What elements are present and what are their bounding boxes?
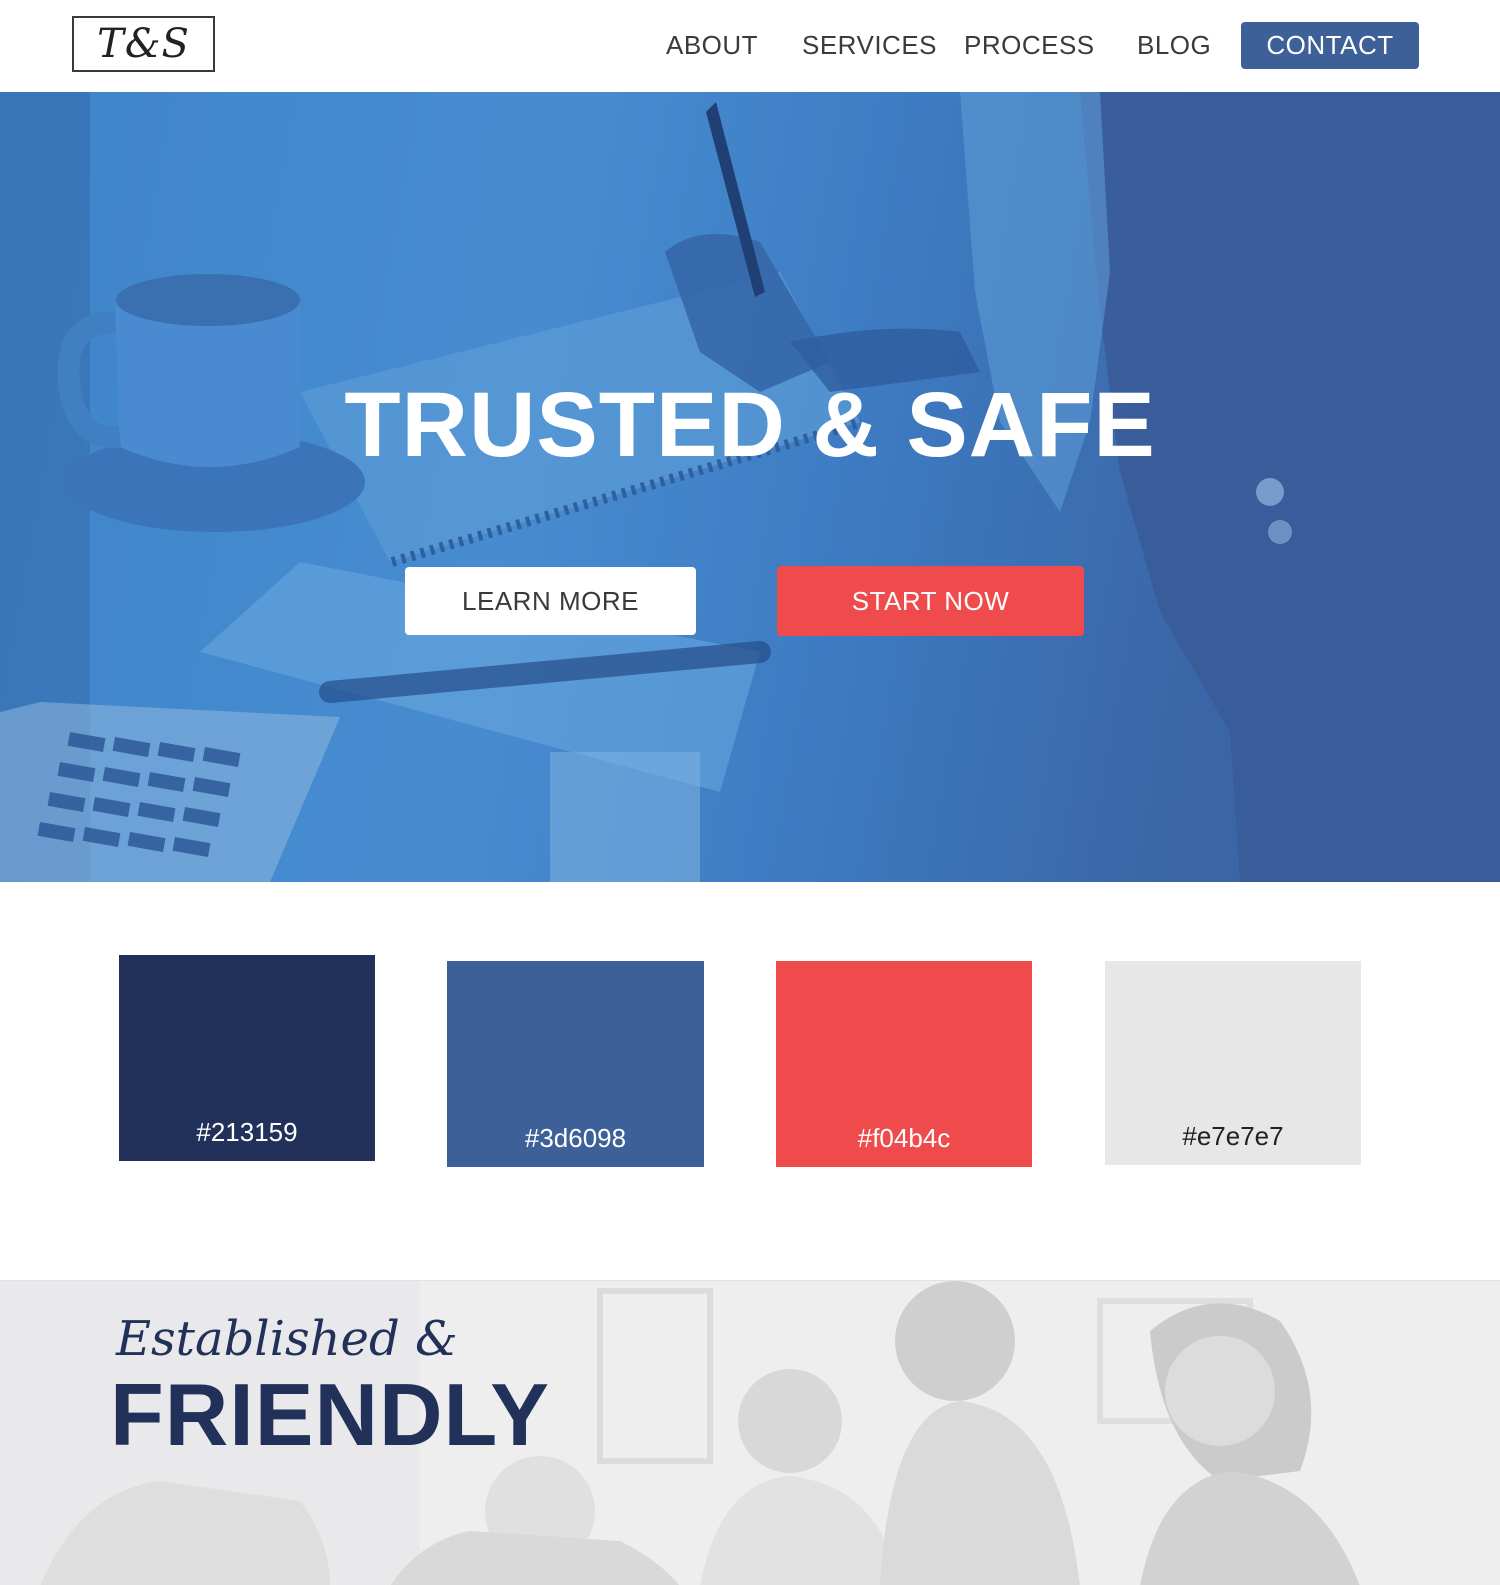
- color-swatch-gray: #e7e7e7: [1105, 961, 1361, 1165]
- swatch-label: #3d6098: [524, 1123, 627, 1153]
- color-swatch-red: #f04b4c: [776, 961, 1032, 1167]
- nav-process[interactable]: PROCESS: [964, 28, 1095, 62]
- site-header: T&S ABOUT SERVICES PROCESS BLOG CONTACT: [0, 0, 1500, 92]
- nav-about[interactable]: ABOUT: [666, 28, 758, 62]
- contact-button[interactable]: CONTACT: [1241, 22, 1419, 69]
- hero-title: TRUSTED & SAFE: [344, 374, 1156, 476]
- color-swatch-navy: #213159: [119, 955, 375, 1161]
- about-section: Established & FRIENDLY: [0, 1280, 1500, 1585]
- nav-services[interactable]: SERVICES: [802, 28, 937, 62]
- hero-section: TRUSTED & SAFE LEARN MORE START NOW: [0, 92, 1500, 882]
- nav-blog[interactable]: BLOG: [1137, 28, 1211, 62]
- about-heading: FRIENDLY: [110, 1365, 550, 1464]
- swatch-label: #e7e7e7: [1182, 1121, 1284, 1151]
- color-swatch-blue: #3d6098: [447, 961, 704, 1167]
- start-now-button[interactable]: START NOW: [777, 566, 1084, 636]
- learn-more-button[interactable]: LEARN MORE: [405, 567, 696, 635]
- main-nav: ABOUT SERVICES PROCESS BLOG CONTACT: [0, 0, 1500, 92]
- swatch-label: #213159: [196, 1117, 298, 1147]
- hero-background-image: [0, 92, 1500, 882]
- about-subtitle: Established &: [116, 1311, 458, 1367]
- swatch-label: #f04b4c: [857, 1123, 951, 1153]
